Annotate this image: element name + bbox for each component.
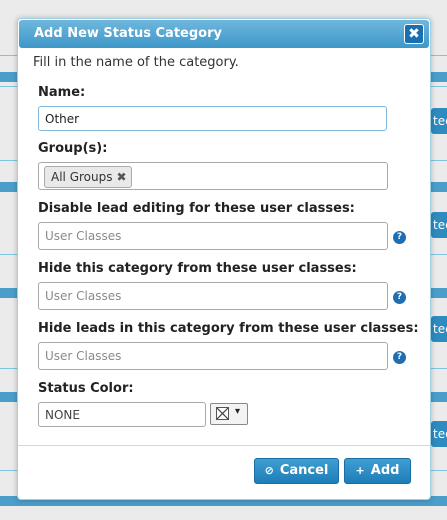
help-icon[interactable]: ?	[393, 351, 406, 364]
close-button[interactable]: ✖	[404, 24, 424, 44]
cancel-button[interactable]: ⊘ Cancel	[254, 458, 339, 484]
help-icon[interactable]: ?	[393, 291, 406, 304]
help-icon[interactable]: ?	[393, 231, 406, 244]
add-label: Add	[370, 463, 400, 478]
group-tag-all-groups: All Groups ✖	[44, 166, 132, 188]
cancel-icon: ⊘	[264, 464, 274, 477]
hide-leads-user-classes-input[interactable]	[38, 342, 388, 370]
add-status-category-dialog: Add New Status Category ✖ Fill in the na…	[17, 18, 431, 500]
dialog-intro-text: Fill in the name of the category.	[33, 55, 239, 70]
hide-category-user-classes-input[interactable]	[38, 282, 388, 310]
dialog-titlebar[interactable]: Add New Status Category ✖	[19, 20, 429, 48]
groups-multiselect[interactable]: All Groups ✖	[38, 162, 388, 190]
dialog-title: Add New Status Category	[34, 26, 222, 41]
status-color-input[interactable]	[38, 402, 206, 427]
name-input[interactable]	[38, 106, 387, 131]
chevron-down-icon: ▾	[235, 406, 241, 417]
footer-divider	[18, 445, 430, 446]
bg-tab[interactable]: tec	[431, 212, 447, 238]
cancel-label: Cancel	[279, 463, 329, 478]
hide-category-label: Hide this category from these user class…	[38, 261, 357, 276]
status-color-label: Status Color:	[38, 381, 134, 396]
close-icon: ✖	[408, 26, 420, 42]
add-button[interactable]: + Add	[344, 458, 411, 484]
color-picker-dropdown[interactable]: ▾	[210, 403, 248, 425]
bg-tab[interactable]: tec	[431, 108, 447, 134]
disable-editing-user-classes-input[interactable]	[38, 222, 388, 250]
group-tag-label: All Groups	[51, 170, 113, 184]
bg-tab[interactable]: tec	[431, 316, 447, 342]
name-label: Name:	[38, 85, 86, 100]
no-color-swatch-icon	[216, 407, 229, 420]
hide-leads-label: Hide leads in this category from these u…	[38, 321, 419, 336]
bg-tab[interactable]: tec	[431, 421, 447, 447]
groups-label: Group(s):	[38, 141, 108, 156]
disable-editing-label: Disable lead editing for these user clas…	[38, 201, 355, 216]
plus-icon: +	[355, 464, 365, 477]
remove-tag-icon[interactable]: ✖	[116, 170, 126, 184]
